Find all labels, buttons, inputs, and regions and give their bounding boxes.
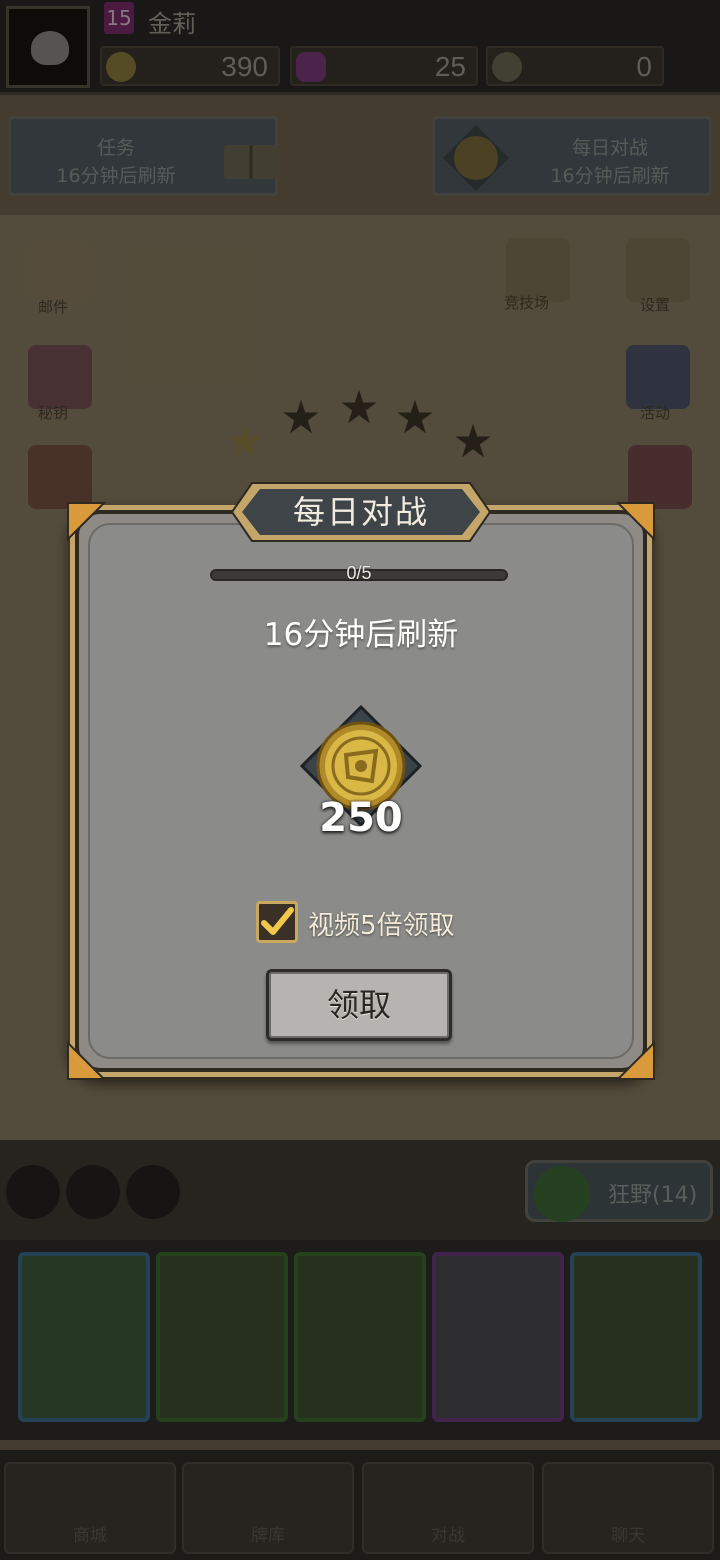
dialog-title: 每日对战: [292, 493, 429, 531]
video-reward-label[interactable]: 视频5倍领取: [308, 905, 455, 942]
corner-ornament-icon: [616, 1041, 655, 1080]
refresh-timer: 16分钟后刷新: [263, 617, 459, 653]
dialog-title-wrap: 每日对战: [230, 481, 492, 543]
daily-battle-dialog: 每日对战 0/5 16分钟后刷新 250 视频5倍领取 领取: [67, 482, 655, 1080]
claim-button-label: 领取: [326, 986, 391, 1024]
reward-amount: 250: [319, 795, 403, 841]
checkmark-icon: [261, 907, 294, 935]
corner-ornament-icon: [67, 1041, 106, 1080]
claim-button[interactable]: 领取: [266, 969, 452, 1041]
corner-ornament-icon: [67, 502, 106, 541]
video-reward-checkbox[interactable]: [256, 901, 298, 943]
corner-ornament-icon: [616, 502, 655, 541]
progress-count: 0/5: [346, 563, 372, 583]
